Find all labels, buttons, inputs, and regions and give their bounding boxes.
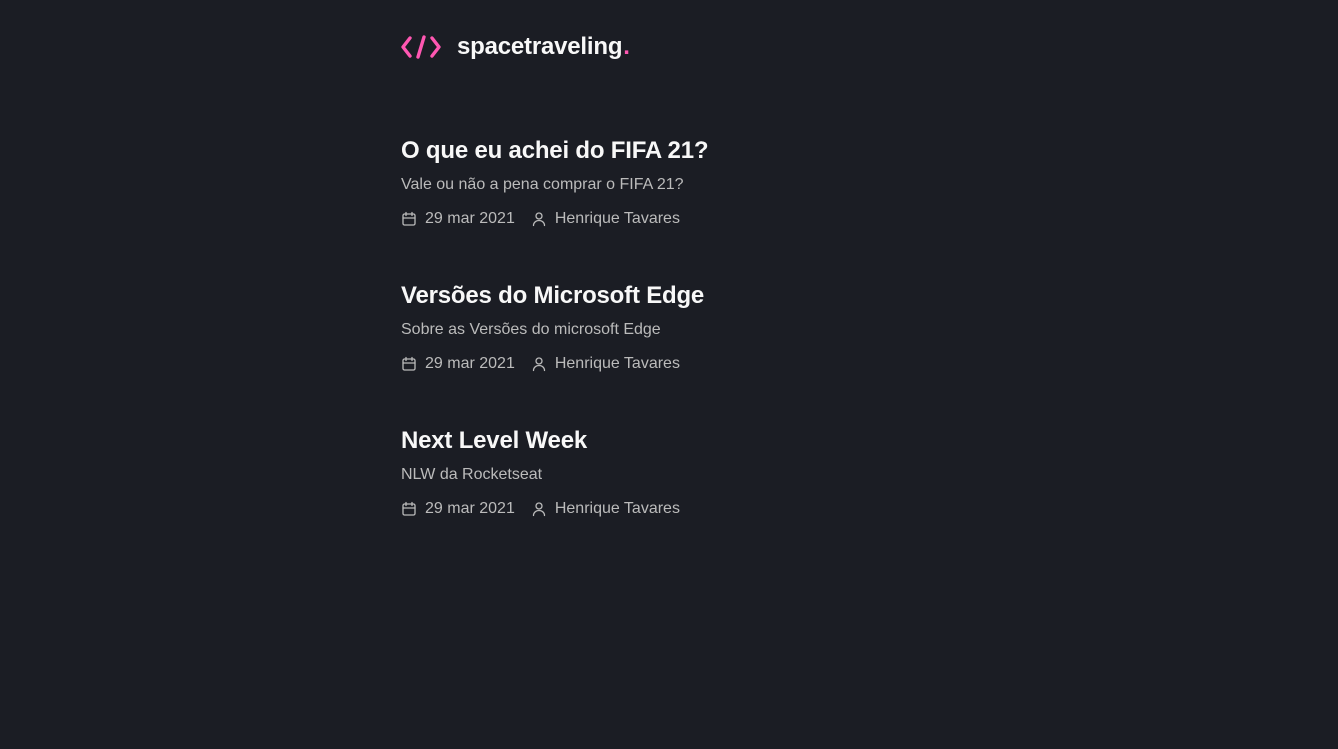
post-item[interactable]: O que eu achei do FIFA 21? Vale ou não a… <box>401 136 1121 230</box>
post-title[interactable]: Versões do Microsoft Edge <box>401 281 1121 311</box>
post-subtitle: Sobre as Versões do microsoft Edge <box>401 321 661 338</box>
post-date: 29 mar 2021 <box>401 353 515 375</box>
post-title[interactable]: Next Level Week <box>401 426 1121 456</box>
post-author-text: Henrique Tavares <box>554 355 680 372</box>
post-author-text: Henrique Tavares <box>554 210 680 227</box>
post-date: 29 mar 2021 <box>401 498 515 520</box>
post-author: Henrique Tavares <box>531 498 680 520</box>
calendar-icon <box>401 501 417 517</box>
user-icon <box>531 501 547 517</box>
post-meta: 29 mar 2021 Henrique Tavares <box>401 498 1121 520</box>
post-date-text: 29 mar 2021 <box>425 355 515 372</box>
logo-dot: . <box>623 33 630 60</box>
post-title[interactable]: O que eu achei do FIFA 21? <box>401 136 1121 166</box>
site-header: spacetraveling. <box>401 32 630 62</box>
post-author-text: Henrique Tavares <box>554 500 680 517</box>
calendar-icon <box>401 211 417 227</box>
post-author: Henrique Tavares <box>531 208 680 230</box>
post-subtitle: NLW da Rocketseat <box>401 466 543 483</box>
user-icon <box>531 211 547 227</box>
post-subtitle: Vale ou não a pena comprar o FIFA 21? <box>401 176 684 193</box>
post-author: Henrique Tavares <box>531 353 680 375</box>
code-brackets-icon[interactable] <box>401 33 441 61</box>
post-meta: 29 mar 2021 Henrique Tavares <box>401 208 1121 230</box>
post-date: 29 mar 2021 <box>401 208 515 230</box>
post-item[interactable]: Versões do Microsoft Edge Sobre as Versõ… <box>401 281 1121 375</box>
calendar-icon <box>401 356 417 372</box>
post-date-text: 29 mar 2021 <box>425 500 515 517</box>
user-icon <box>531 356 547 372</box>
logo-text[interactable]: spacetraveling <box>457 33 622 61</box>
post-meta: 29 mar 2021 Henrique Tavares <box>401 353 1121 375</box>
post-date-text: 29 mar 2021 <box>425 210 515 227</box>
post-item[interactable]: Next Level Week NLW da Rocketseat 29 mar… <box>401 426 1121 520</box>
